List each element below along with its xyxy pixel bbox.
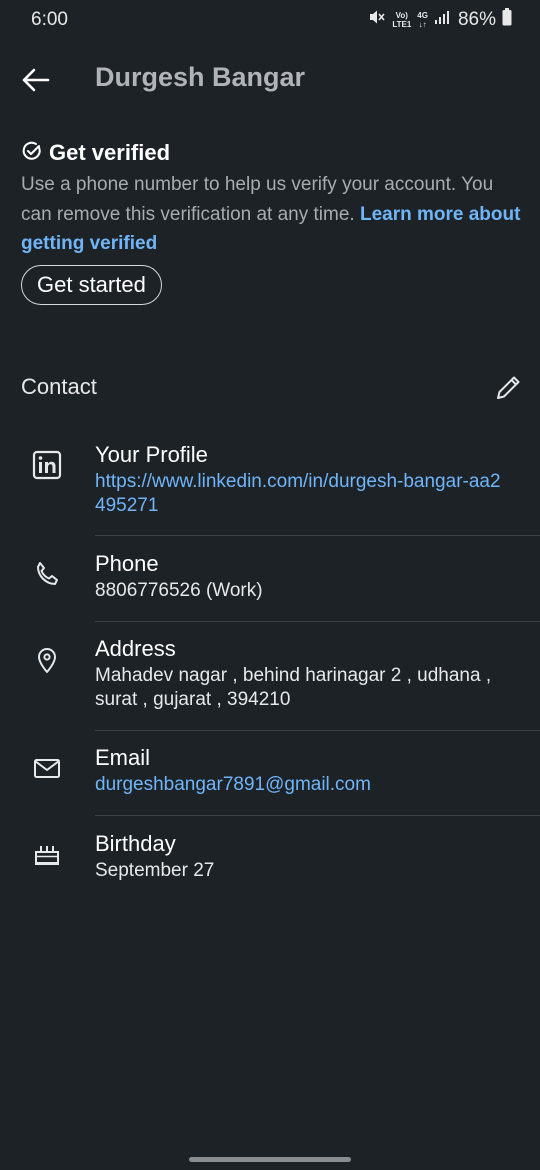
contact-title: Contact [21, 374, 97, 399]
verify-heading: Get verified [21, 138, 521, 168]
status-bar: 6:00 Vo) LTE1 4G ↓↑ 86% [0, 0, 540, 42]
contact-header: Contact [21, 370, 526, 406]
email-link[interactable]: durgeshbangar7891@gmail.com [95, 773, 510, 797]
contact-label: Phone [95, 551, 159, 576]
edit-contact-button[interactable] [492, 370, 526, 404]
cake-icon [30, 837, 64, 871]
contact-text: Phone 8806776526 (Work) [95, 549, 510, 603]
verified-check-icon [21, 140, 43, 167]
home-indicator[interactable] [189, 1157, 351, 1162]
back-arrow-icon [22, 68, 50, 92]
status-time: 6:00 [31, 9, 68, 30]
location-pin-icon [30, 642, 64, 676]
address-value: Mahadev nagar , behind harinagar 2 , udh… [95, 665, 492, 710]
data-type-indicator: 4G ↓↑ [417, 10, 428, 29]
profile-url-link[interactable]: https://www.linkedin.com/in/durgesh-bang… [95, 470, 510, 518]
contact-label: Email [95, 745, 151, 770]
contact-text: Email durgeshbangar7891@gmail.com [95, 743, 510, 797]
app-header: Durgesh Bangar [0, 48, 540, 112]
mute-icon [368, 8, 386, 31]
divider [95, 730, 540, 731]
contact-item-birthday[interactable]: Birthday September 27 [0, 829, 540, 901]
contact-item-profile[interactable]: Your Profile https://www.linkedin.com/in… [0, 440, 540, 536]
contact-label: Your Profile [95, 442, 208, 467]
verify-section: Get verified Use a phone number to help … [21, 138, 521, 259]
lte-label: LTE1 [392, 19, 412, 29]
birthday-value: September 27 [95, 860, 215, 881]
contact-item-email[interactable]: Email durgeshbangar7891@gmail.com [0, 743, 540, 815]
contact-item-phone[interactable]: Phone 8806776526 (Work) [0, 549, 540, 621]
signal-icon [434, 9, 450, 30]
volte-indicator: Vo) LTE1 [392, 11, 411, 29]
contact-item-address[interactable]: Address Mahadev nagar , behind harinagar… [0, 634, 540, 730]
pencil-icon [497, 376, 520, 399]
get-started-button[interactable]: Get started [21, 265, 162, 305]
battery-icon [502, 8, 512, 31]
divider [95, 621, 540, 622]
phone-icon [30, 557, 64, 591]
data-type-label: 4G [417, 10, 428, 20]
mail-icon [30, 751, 64, 785]
contact-text: Your Profile https://www.linkedin.com/in… [95, 440, 510, 518]
divider [95, 535, 540, 536]
battery-percent: 86% [457, 8, 496, 30]
phone-number: 8806776526 (Work) [95, 580, 263, 601]
verify-title: Get verified [49, 140, 171, 165]
contact-label: Address [95, 636, 176, 661]
back-button[interactable] [14, 58, 58, 102]
verify-description: Use a phone number to help us verify you… [21, 170, 521, 259]
divider [95, 815, 540, 816]
contact-text: Address Mahadev nagar , behind harinagar… [95, 634, 510, 712]
volte-label: Vo) [395, 10, 408, 20]
contact-text: Birthday September 27 [95, 829, 510, 883]
page-title: Durgesh Bangar [95, 62, 306, 92]
contact-label: Birthday [95, 831, 176, 856]
status-icons: Vo) LTE1 4G ↓↑ 86% [368, 8, 512, 31]
linkedin-icon [30, 448, 64, 482]
